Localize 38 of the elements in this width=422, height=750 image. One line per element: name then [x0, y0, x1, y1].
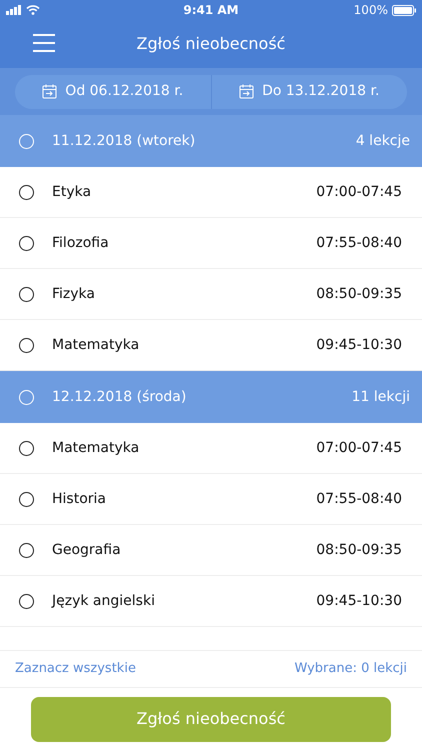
lesson-time: 07:00-07:45 [316, 438, 402, 458]
lesson-subject: Etyka [52, 182, 92, 202]
lesson-time: 07:55-08:40 [316, 234, 402, 252]
lesson-time: 09:45-10:30 [316, 592, 402, 610]
radio-button[interactable] [19, 492, 34, 506]
lesson-time: 08:50-09:35 [316, 284, 402, 304]
lesson-subject: Geografia [52, 540, 122, 560]
radio-button[interactable] [19, 236, 34, 250]
wifi-icon [26, 5, 40, 15]
lesson-count: 4 lekcje [356, 132, 410, 150]
lesson-time: 07:55-08:40 [316, 490, 402, 508]
status-time: 9:41 AM [183, 2, 239, 19]
day-date: 11.12.2018 (wtorek) [52, 132, 196, 150]
radio-button[interactable] [19, 440, 34, 456]
radio-button[interactable] [19, 594, 34, 608]
lesson-subject: Matematyka [52, 438, 140, 458]
calendar-icon [42, 84, 58, 99]
lesson-subject: Filozofia [52, 234, 110, 252]
lesson-subject: Fizyka [52, 284, 96, 304]
lesson-count: 11 lekcji [352, 388, 410, 406]
radio-button[interactable] [19, 184, 34, 200]
signal-icon [6, 5, 22, 15]
radio-button[interactable] [19, 542, 34, 558]
day-date: 12.12.2018 (środa) [52, 388, 188, 406]
lesson-subject: Matematyka [52, 336, 140, 354]
battery-icon [392, 4, 416, 16]
battery-percent: 100% [354, 2, 388, 19]
lesson-subject: Język angielski [52, 592, 156, 610]
radio-button[interactable] [19, 286, 34, 302]
lesson-subject: Historia [52, 490, 107, 508]
radio-button[interactable] [19, 338, 34, 352]
menu-button[interactable] [32, 33, 56, 53]
selected-count: Wybrane: 0 lekcji [294, 660, 407, 678]
calendar-icon [239, 84, 254, 99]
screen-title: Zgłoś nieobecność [136, 33, 286, 55]
lesson-time: 08:50-09:35 [316, 540, 402, 560]
lesson-time: 09:45-10:30 [316, 336, 402, 354]
lesson-time: 07:00-07:45 [316, 182, 402, 202]
